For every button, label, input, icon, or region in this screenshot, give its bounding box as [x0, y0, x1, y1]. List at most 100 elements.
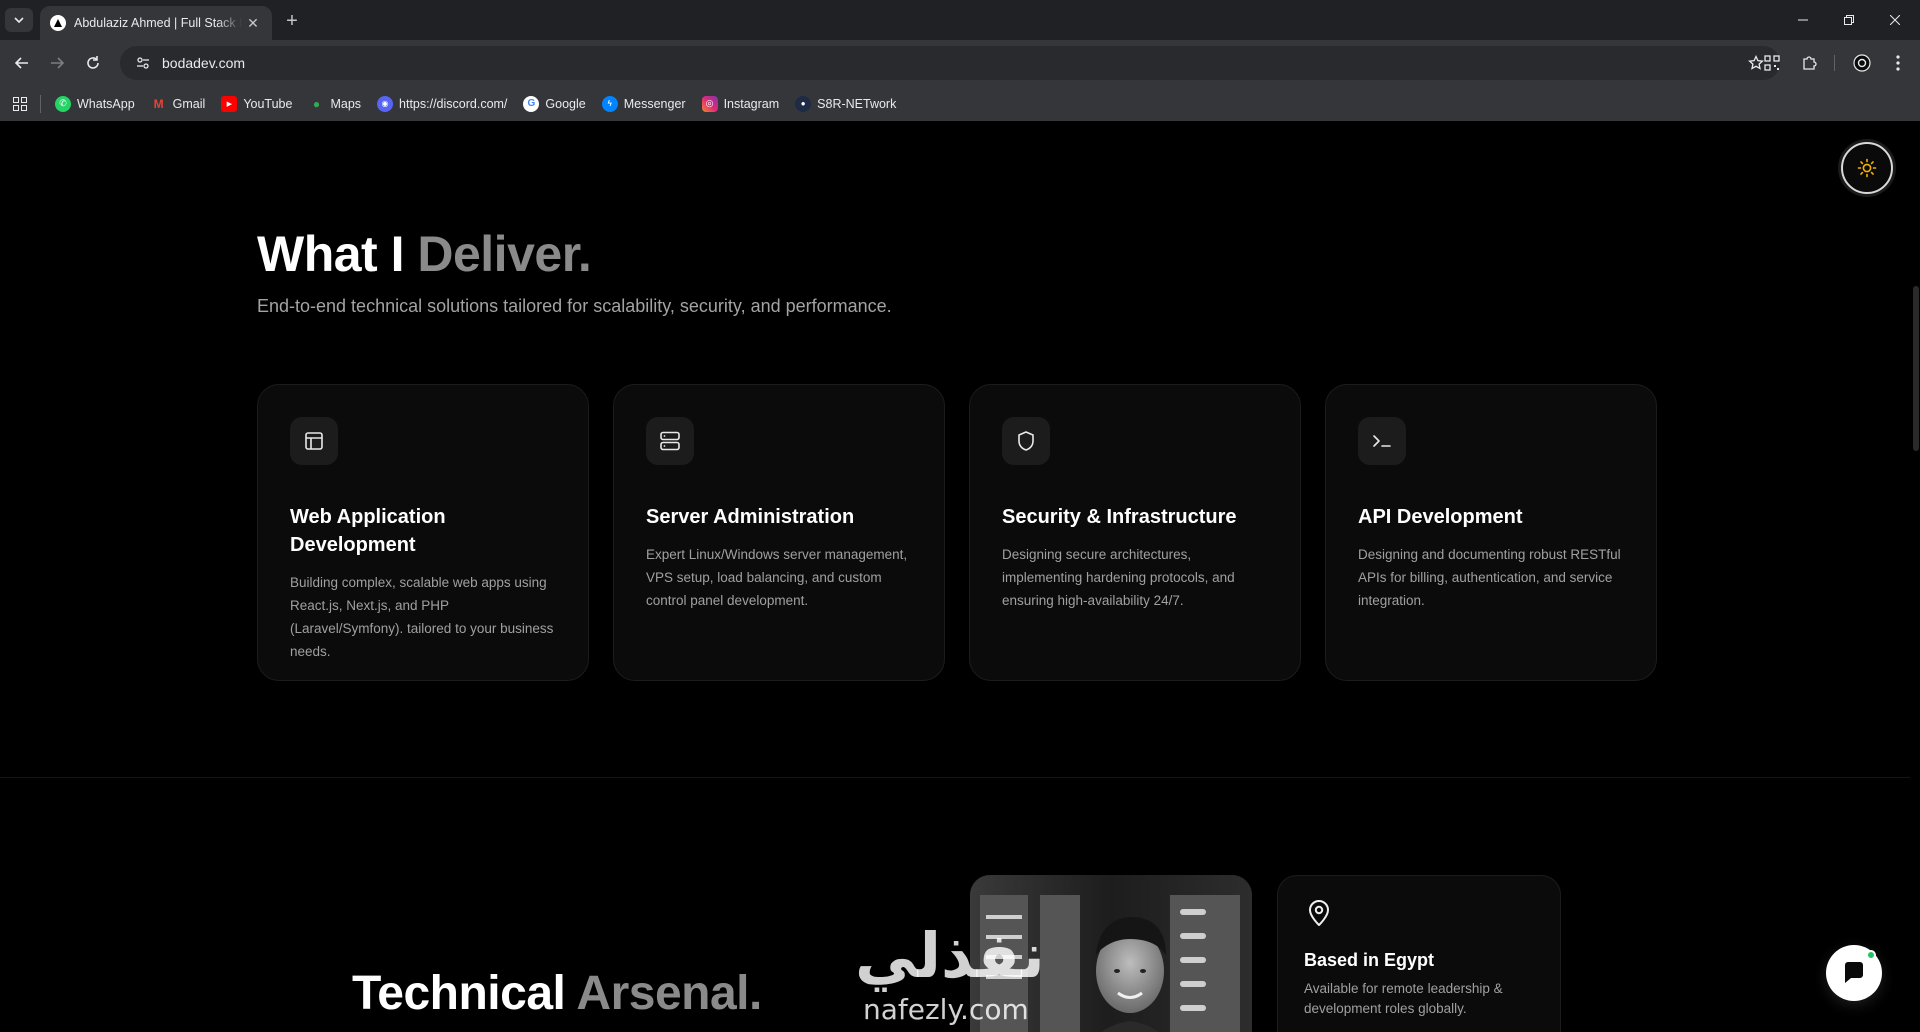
network-globe-icon: ●: [795, 95, 812, 112]
server-icon: [646, 417, 694, 465]
service-card-api: API Development Designing and documentin…: [1325, 384, 1657, 681]
arsenal-heading-accent: Arsenal.: [576, 967, 762, 1020]
terminal-icon: [1358, 417, 1406, 465]
nafezly-watermark: نفذلي nafezly.com: [855, 921, 1075, 1032]
service-card-security: Security & Infrastructure Designing secu…: [969, 384, 1301, 681]
arsenal-heading-main: Technical: [352, 967, 577, 1020]
scrollbar-thumb[interactable]: [1913, 286, 1919, 451]
chevron-down-icon: [14, 17, 24, 24]
active-tab[interactable]: Abdulaziz Ahmed | Full Stack Developer ✕: [40, 6, 272, 40]
tab-search-button[interactable]: [5, 8, 33, 32]
sun-icon: [1857, 158, 1877, 178]
bookmark-messenger[interactable]: ϟ Messenger: [601, 95, 686, 112]
service-card-title: Server Administration: [646, 506, 855, 528]
window-minimize-button[interactable]: [1780, 0, 1826, 40]
bookmark-list: ✆ WhatsApp M Gmail ▶ YouTube ● Maps ◉ https:/…: [55, 95, 912, 112]
services-heading-main: What I: [257, 226, 418, 282]
page-content: What I Deliver. End-to-end technical sol…: [0, 121, 1920, 1032]
section-divider: [0, 777, 1910, 778]
bookmark-label: Gmail: [172, 96, 206, 111]
map-pin-icon: [1304, 898, 1334, 928]
bookmark-label: Google: [545, 96, 586, 111]
watermark-latin: nafezly.com: [863, 993, 1029, 1026]
new-tab-button[interactable]: +: [280, 9, 304, 33]
bookmark-label: YouTube: [243, 96, 293, 111]
bookmark-s8r-network[interactable]: ● S8R-NETwork: [795, 95, 897, 112]
service-card-title: Web Application Development: [290, 506, 446, 556]
bookmark-maps[interactable]: ● Maps: [308, 96, 361, 112]
forward-button[interactable]: [43, 49, 71, 77]
arrow-right-icon: [51, 57, 65, 69]
browser-chrome: Abdulaziz Ahmed | Full Stack Developer ✕…: [0, 0, 1920, 121]
reload-button[interactable]: [79, 49, 107, 77]
location-desc: Available for remote leadership & develo…: [1304, 981, 1503, 1016]
whatsapp-icon: ✆: [55, 95, 71, 112]
service-card-desc: Designing secure architectures, implemen…: [1002, 547, 1235, 608]
toolbar-separator: [1834, 55, 1835, 71]
window-close-button[interactable]: [1872, 0, 1918, 40]
messenger-icon: ϟ: [601, 95, 618, 112]
service-card-title: Security & Infrastructure: [1002, 506, 1237, 528]
chat-button[interactable]: [1826, 945, 1882, 1001]
services-heading-accent: Deliver.: [417, 226, 592, 282]
apps-grid-icon[interactable]: [10, 94, 30, 114]
reload-icon: [87, 56, 99, 69]
arrow-left-icon: [14, 57, 28, 69]
bookmark-youtube[interactable]: ▶ YouTube: [221, 95, 293, 112]
minimize-icon: [1798, 19, 1808, 21]
service-card-desc: Expert Linux/Windows server management, …: [646, 547, 908, 608]
site-info-icon[interactable]: [134, 54, 152, 72]
instagram-icon: ◎: [701, 95, 718, 112]
service-card-desc: Building complex, scalable web apps usin…: [290, 575, 554, 659]
chat-bubble-icon: [1845, 962, 1863, 983]
window-restore-button[interactable]: [1826, 0, 1872, 40]
online-status-dot: [1866, 950, 1876, 960]
youtube-icon: ▶: [221, 95, 238, 112]
restore-icon: [1844, 15, 1854, 25]
page-scrollbar[interactable]: [1912, 121, 1920, 1032]
google-icon: G: [523, 95, 540, 112]
extensions-puzzle-icon[interactable]: [1799, 53, 1819, 73]
gmail-icon: M: [153, 96, 164, 111]
services-heading: What I Deliver.: [257, 225, 592, 283]
back-button[interactable]: [8, 49, 36, 77]
bookmark-discord[interactable]: ◉ https://discord.com/: [377, 95, 508, 112]
bookmark-label: WhatsApp: [77, 96, 135, 111]
bookmark-instagram[interactable]: ◎ Instagram: [701, 95, 780, 112]
service-card-title: API Development: [1358, 506, 1523, 528]
qr-code-icon[interactable]: [1762, 53, 1782, 73]
bookmark-gmail[interactable]: M Gmail: [151, 96, 206, 112]
tab-close-icon[interactable]: ✕: [244, 14, 262, 32]
theme-toggle-button[interactable]: [1841, 142, 1893, 194]
location-title: Based in Egypt: [1304, 950, 1435, 970]
arsenal-heading: Technical Arsenal.: [352, 966, 762, 1021]
bookmark-label: Instagram: [723, 96, 780, 111]
location-card: Based in Egypt Available for remote lead…: [1277, 875, 1561, 1032]
bookmark-label: Messenger: [623, 96, 686, 111]
close-icon: [1890, 15, 1900, 25]
layout-icon: [290, 417, 338, 465]
service-card-desc: Designing and documenting robust RESTful…: [1358, 547, 1621, 608]
bookmarks-bar: ✆ WhatsApp M Gmail ▶ YouTube ● Maps ◉ https:/…: [0, 86, 1920, 121]
site-favicon-icon: [50, 15, 66, 31]
service-card-web-app: Web Application Development Building com…: [257, 384, 589, 681]
profile-avatar-icon[interactable]: [1852, 53, 1872, 73]
maps-pin-icon: ●: [312, 96, 321, 111]
services-subheading: End-to-end technical solutions tailored …: [257, 296, 892, 316]
bookmark-label: https://discord.com/: [399, 96, 508, 111]
bookmark-label: Maps: [330, 96, 362, 111]
bookmark-google[interactable]: G Google: [523, 95, 586, 112]
url-text: bodadev.com: [162, 55, 246, 71]
bookmark-whatsapp[interactable]: ✆ WhatsApp: [55, 95, 135, 112]
tab-title: Abdulaziz Ahmed | Full Stack Developer: [74, 16, 242, 30]
bookmarks-separator: [40, 94, 41, 113]
shield-icon: [1002, 417, 1050, 465]
bookmark-label: S8R-NETwork: [817, 96, 897, 111]
watermark-arabic: نفذلي: [855, 919, 1045, 992]
kebab-menu-icon[interactable]: [1888, 53, 1908, 73]
service-card-server-admin: Server Administration Expert Linux/Windo…: [613, 384, 945, 681]
address-bar[interactable]: bodadev.com: [120, 46, 1780, 80]
discord-icon: ◉: [377, 95, 394, 112]
tab-strip: Abdulaziz Ahmed | Full Stack Developer ✕…: [0, 0, 1920, 40]
browser-toolbar: bodadev.com: [0, 40, 1920, 86]
